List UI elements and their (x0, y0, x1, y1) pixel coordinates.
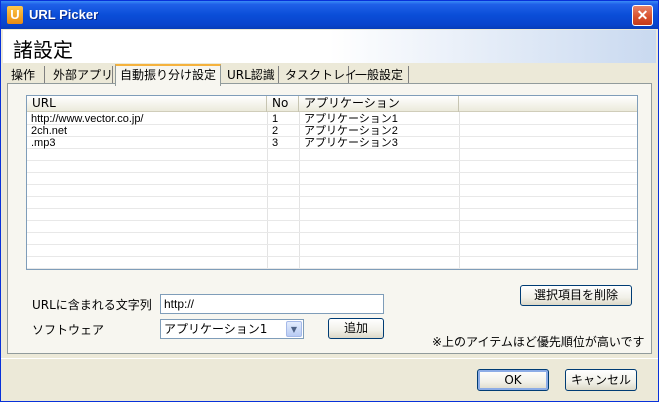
delete-selected-button[interactable]: 選択項目を削除 (520, 285, 632, 306)
empty-row (27, 198, 637, 209)
cell-url: .mp3 (31, 137, 56, 149)
cell-app: アプリケーション1 (304, 113, 398, 125)
priority-note: ※上のアイテムほど優先順位が高いです (432, 335, 645, 349)
cell-app: アプリケーション3 (304, 137, 398, 149)
empty-row (27, 162, 637, 173)
footer-divider (1, 358, 658, 359)
tab-panel: URL No アプリケーション http://www.vector.co.jp/… (7, 83, 652, 354)
table-row[interactable]: .mp3 3 アプリケーション3 (27, 137, 637, 149)
ok-button[interactable]: OK (477, 369, 549, 391)
add-button[interactable]: 追加 (328, 318, 384, 339)
column-application[interactable]: アプリケーション (299, 96, 459, 112)
page-title: 諸設定 (13, 38, 73, 62)
tab-url-recognition[interactable]: URL認識 (223, 66, 279, 84)
table-row[interactable]: http://www.vector.co.jp/ 1 アプリケーション1 (27, 113, 637, 125)
rule-list[interactable]: URL No アプリケーション http://www.vector.co.jp/… (26, 95, 638, 270)
url-pattern-input[interactable]: http:// (160, 294, 384, 314)
cancel-button[interactable]: キャンセル (565, 369, 637, 391)
cell-app: アプリケーション2 (304, 125, 398, 137)
column-no[interactable]: No (267, 96, 299, 112)
tab-general[interactable]: 一般設定 (351, 66, 409, 84)
cell-url: http://www.vector.co.jp/ (31, 113, 144, 125)
window-title: URL Picker (29, 7, 99, 22)
close-button[interactable]: ✕ (632, 5, 653, 26)
app-icon: U (7, 6, 23, 24)
list-header: URL No アプリケーション (27, 96, 637, 112)
empty-row (27, 174, 637, 185)
empty-row (27, 246, 637, 257)
empty-row (27, 258, 637, 269)
settings-window: U URL Picker ✕ 諸設定 操作 外部アプリ 自動振り分け設定 URL… (0, 0, 659, 402)
header-band: 諸設定 (3, 30, 656, 63)
title-bar[interactable]: U URL Picker ✕ (1, 1, 658, 29)
empty-row (27, 210, 637, 221)
column-url[interactable]: URL (27, 96, 267, 112)
cell-no: 2 (272, 125, 279, 137)
empty-row (27, 234, 637, 245)
cell-url: 2ch.net (31, 125, 68, 137)
table-row[interactable]: 2ch.net 2 アプリケーション2 (27, 125, 637, 137)
empty-row (27, 150, 637, 161)
software-label: ソフトウェア (32, 323, 105, 337)
empty-row (27, 222, 637, 233)
tab-external-apps[interactable]: 外部アプリ (49, 66, 113, 84)
chevron-down-icon[interactable]: ▼ (286, 321, 302, 337)
software-select-value: アプリケーション1 (164, 322, 268, 336)
tab-auto-sort[interactable]: 自動振り分け設定 (115, 64, 221, 86)
column-blank[interactable] (459, 96, 637, 112)
empty-row (27, 186, 637, 197)
tab-operation[interactable]: 操作 (7, 66, 45, 84)
cell-no: 1 (272, 113, 279, 125)
software-select[interactable]: アプリケーション1 ▼ (160, 319, 304, 339)
url-pattern-label: URLに含まれる文字列 (32, 298, 152, 312)
tab-task-tray[interactable]: タスクトレイ (281, 66, 357, 84)
cell-no: 3 (272, 137, 279, 149)
